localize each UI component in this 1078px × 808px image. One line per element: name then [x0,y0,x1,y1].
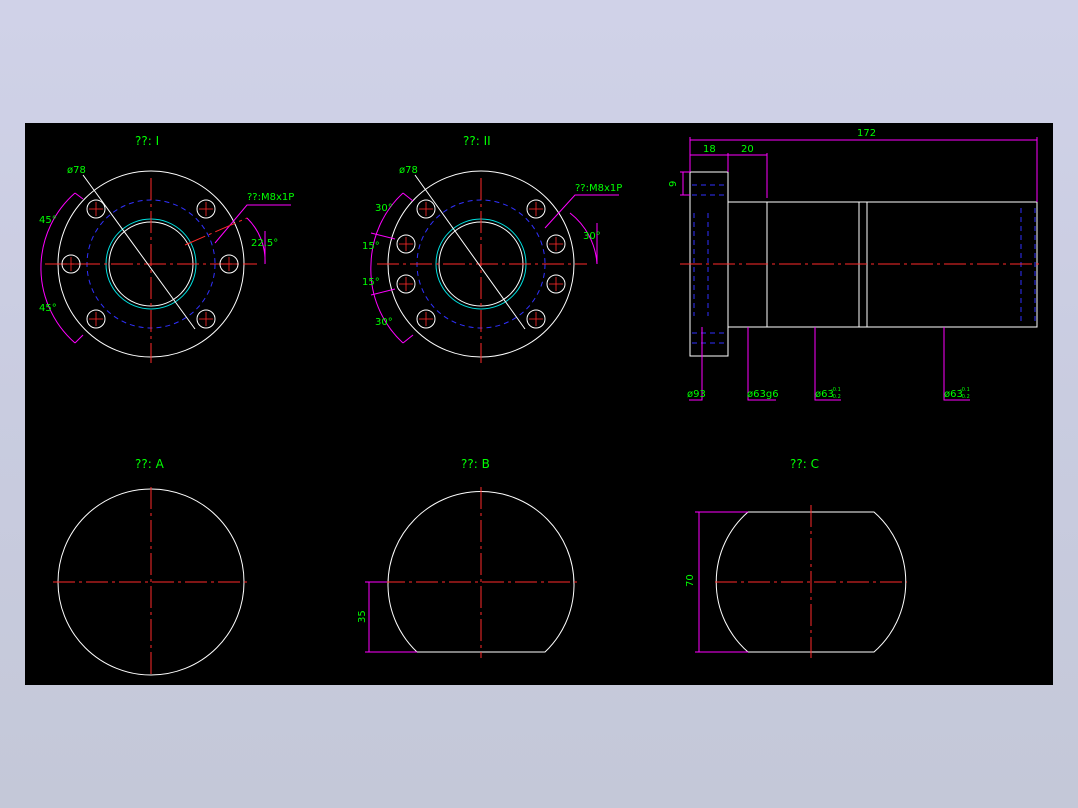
thread-leader-type-2 [544,194,619,229]
angle-label-right-type-2: 30° [583,231,601,242]
angle-label-top-type-1: 45° [39,215,57,226]
dia-label-type-2: ø78 [399,165,418,176]
angle-arc-lower-left-2 [370,263,404,344]
dim-flange-label: 18 [703,144,716,155]
tol-up-4: -0.1 [960,387,970,393]
section-view-b: ??: B 35 [357,457,579,658]
dim-label-view-b: 35 [357,610,368,623]
angle-label-bottom-type-1: 45° [39,303,57,314]
tol-low-3: -0.2 [831,394,841,400]
flange-view-type-2: ??: II ø78 30° 15° 15° 30° ??:M8x1P 30° [362,134,622,363]
dim-thick-label: 9 [668,181,679,187]
view-title-type-2: ??: II [463,134,491,148]
angle-label-d-type-2: 30° [375,317,393,328]
dim-label-view-c: 70 [685,574,696,587]
section-view-c: ??: C 70 [685,457,907,658]
nut-side-view: 172 18 20 9 ø93 ø63g6 ø63 -0.1 -0.2 ø63 … [668,128,1043,401]
dia-label-body: ø63g6 [747,389,779,400]
thread-label-type-2: ??:M8x1P [575,183,622,194]
angle-label-c-type-2: 15° [362,277,380,288]
view-title-a: ??: A [135,457,165,471]
section-view-a: ??: A [53,457,249,678]
flange-view-type-1: ??: I ø78 45° 45° ??:M8x1P 22.5° [39,134,294,363]
tol-low-4: -0.2 [960,394,970,400]
drawing-canvas[interactable]: .geo { stroke:#ffffff; stroke-width:1; f… [25,123,1053,685]
view-title-b: ??: B [461,457,490,471]
angle-arc-top-left [40,192,76,265]
view-title-c: ??: C [790,457,819,471]
view-title-type-1: ??: I [135,134,159,148]
dia-leader-type-2 [414,174,526,330]
dia-label-flange: ø93 [687,389,706,400]
dia-leader-type-1 [82,174,196,330]
angle-label-b-type-2: 15° [362,241,380,252]
tol-up-3: -0.1 [831,387,841,393]
thread-label-type-1: ??:M8x1P [247,192,294,203]
angle-label-right-type-1: 22.5° [251,238,278,249]
dia-label-type-1: ø78 [67,165,86,176]
dim-seg-label: 20 [741,144,754,155]
dim-total-label: 172 [857,128,876,139]
angle-label-a-type-2: 30° [375,203,393,214]
